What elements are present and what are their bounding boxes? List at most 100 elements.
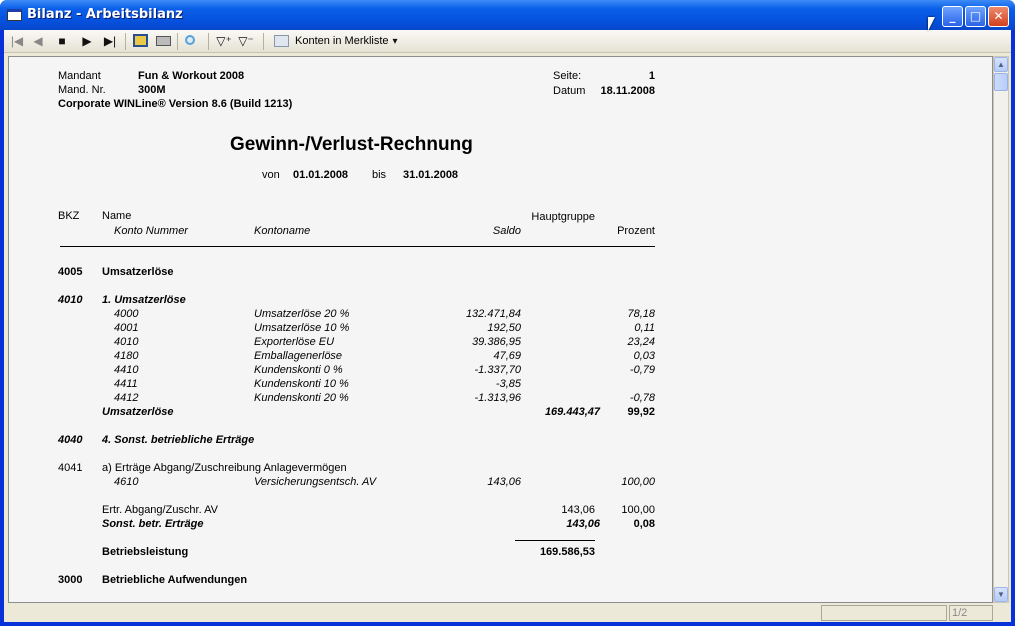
subtotal-name: Sonst. betr. Erträge [102, 518, 204, 530]
total-prozent: 100,00 [621, 504, 655, 516]
toolbar-separator [263, 33, 264, 50]
column-konto-nummer: Konto Nummer [114, 225, 188, 237]
account-number: 4410 [114, 364, 139, 376]
next-page-button[interactable]: ▶ [78, 33, 96, 50]
account-saldo: 39.386,95 [472, 336, 521, 348]
subtotal-name: Umsatzerlöse [102, 406, 174, 418]
vertical-scrollbar[interactable]: ▲ ▼ [993, 56, 1009, 603]
group-bkz: 4005 [58, 266, 83, 278]
account-prozent: 100,00 [621, 476, 655, 488]
account-saldo: -1.337,70 [474, 364, 521, 376]
column-bkz: BKZ [58, 210, 80, 222]
column-saldo: Saldo [492, 225, 521, 237]
subgroup-name: 4. Sonst. betriebliche Erträge [102, 434, 255, 446]
account-saldo: 132.471,84 [465, 308, 521, 320]
account-name: Versicherungsentsch. AV [254, 476, 377, 488]
window-body: |◀ ◀ ■ ▶ ▶| ▽⁺ ▽⁻ Konten in Merkliste ▾ … [4, 30, 1011, 622]
mandnr-label: Mand. Nr. [58, 84, 106, 96]
section-bkz: 4041 [58, 462, 83, 474]
account-name: Umsatzerlöse 10 % [254, 322, 350, 334]
account-number: 4180 [114, 350, 139, 362]
filter-remove-icon[interactable]: ▽⁻ [236, 33, 256, 50]
column-hauptgruppe: Hauptgruppe [531, 211, 595, 223]
group-bkz: 3000 [58, 574, 83, 586]
account-number: 4412 [114, 392, 139, 404]
header-divider [60, 246, 655, 247]
bis-label: bis [372, 169, 387, 181]
subgroup-bkz: 4010 [58, 294, 83, 306]
section-name: a) Erträge Abgang/Zuschreibung Anlagever… [102, 462, 347, 474]
last-page-button[interactable]: ▶| [100, 33, 120, 50]
von-value: 01.01.2008 [293, 169, 349, 181]
account-prozent: 0,03 [633, 350, 655, 362]
account-name: Emballagenerlöse [254, 350, 343, 362]
column-kontoname: Kontoname [254, 225, 311, 237]
stop-button[interactable]: ■ [53, 33, 71, 50]
column-prozent: Prozent [617, 225, 655, 237]
merkliste-icon[interactable] [272, 33, 290, 50]
column-name: Name [102, 210, 132, 222]
maximize-button[interactable]: □ [965, 6, 986, 27]
scroll-thumb[interactable] [994, 73, 1008, 91]
datum-value: 18.11.2008 [600, 85, 655, 97]
account-number: 4411 [114, 378, 138, 390]
scroll-down-button[interactable]: ▼ [994, 587, 1008, 602]
subgroup-name: 1. Umsatzerlöse [102, 294, 186, 306]
group-name: Betriebliche Aufwendungen [102, 574, 248, 586]
account-prozent: 78,18 [627, 308, 655, 320]
subgroup-bkz: 4040 [58, 434, 83, 446]
account-saldo: -3,85 [495, 378, 521, 390]
mouse-cursor [928, 17, 935, 31]
subtotal-hauptgruppe: 143,06 [566, 518, 600, 530]
account-saldo: 143,06 [487, 476, 521, 488]
total-hauptgruppe: 143,06 [561, 504, 595, 516]
mandant-value: Fun & Workout 2008 [138, 70, 245, 82]
filter-add-icon[interactable]: ▽⁺ [214, 33, 234, 50]
toolbar-separator [208, 33, 209, 50]
account-number: 4010 [114, 336, 139, 348]
account-name: Kundenskonti 10 % [254, 378, 349, 390]
close-button[interactable]: ✕ [988, 6, 1009, 27]
window: Bilanz - Arbeitsbilanz _ □ ✕ |◀ ◀ ■ ▶ ▶|… [0, 0, 1015, 626]
toolbar-separator [177, 33, 178, 50]
status-panel [821, 605, 947, 621]
account-number: 4001 [114, 322, 139, 334]
account-prozent: -0,78 [629, 392, 655, 404]
account-prozent: -0,79 [629, 364, 655, 376]
report-page: Mandant Fun & Workout 2008 Mand. Nr. 300M Co… [8, 56, 993, 603]
subtotal-prozent: 99,92 [627, 406, 655, 418]
page-indicator: 1/2 [949, 605, 993, 621]
toolbar-separator [125, 33, 126, 50]
total-divider [515, 540, 595, 541]
account-name: Kundenskonti 20 % [254, 392, 349, 404]
mandnr-value: 300M [138, 84, 166, 96]
account-saldo: -1.313,96 [474, 392, 521, 404]
account-name: Exporterlöse EU [254, 336, 335, 348]
account-prozent: 0,11 [634, 322, 655, 334]
account-name: Kundenskonti 0 % [254, 364, 343, 376]
export-icon[interactable] [131, 33, 149, 50]
previous-page-button[interactable]: ◀ [29, 33, 47, 50]
datum-label: Datum [553, 85, 586, 97]
subtotal-hauptgruppe: 169.443,47 [544, 406, 600, 418]
bis-value: 31.01.2008 [403, 169, 459, 181]
grandtotal-name: Betriebsleistung [102, 546, 189, 558]
seite-label: Seite: [553, 70, 582, 82]
account-saldo: 192,50 [487, 322, 521, 334]
account-name: Umsatzerlöse 20 % [254, 308, 350, 320]
minimize-button[interactable]: _ [942, 6, 963, 27]
first-page-button[interactable]: |◀ [8, 33, 26, 50]
chevron-down-icon[interactable]: ▾ [390, 33, 400, 50]
title-bar: Bilanz - Arbeitsbilanz _ □ ✕ [0, 0, 1015, 30]
print-icon[interactable] [154, 33, 172, 50]
mandant-label: Mandant [58, 70, 101, 82]
window-icon [7, 9, 22, 21]
grandtotal-value: 169.586,53 [539, 546, 595, 558]
window-title: Bilanz - Arbeitsbilanz [27, 7, 183, 22]
von-label: von [262, 169, 280, 181]
konten-in-merkliste-button[interactable]: Konten in Merkliste [295, 35, 389, 47]
toolbar: |◀ ◀ ■ ▶ ▶| ▽⁺ ▽⁻ Konten in Merkliste ▾ [4, 30, 1011, 53]
zoom-search-icon[interactable] [182, 33, 200, 50]
scroll-up-button[interactable]: ▲ [994, 57, 1008, 72]
account-saldo: 47,69 [493, 350, 521, 362]
